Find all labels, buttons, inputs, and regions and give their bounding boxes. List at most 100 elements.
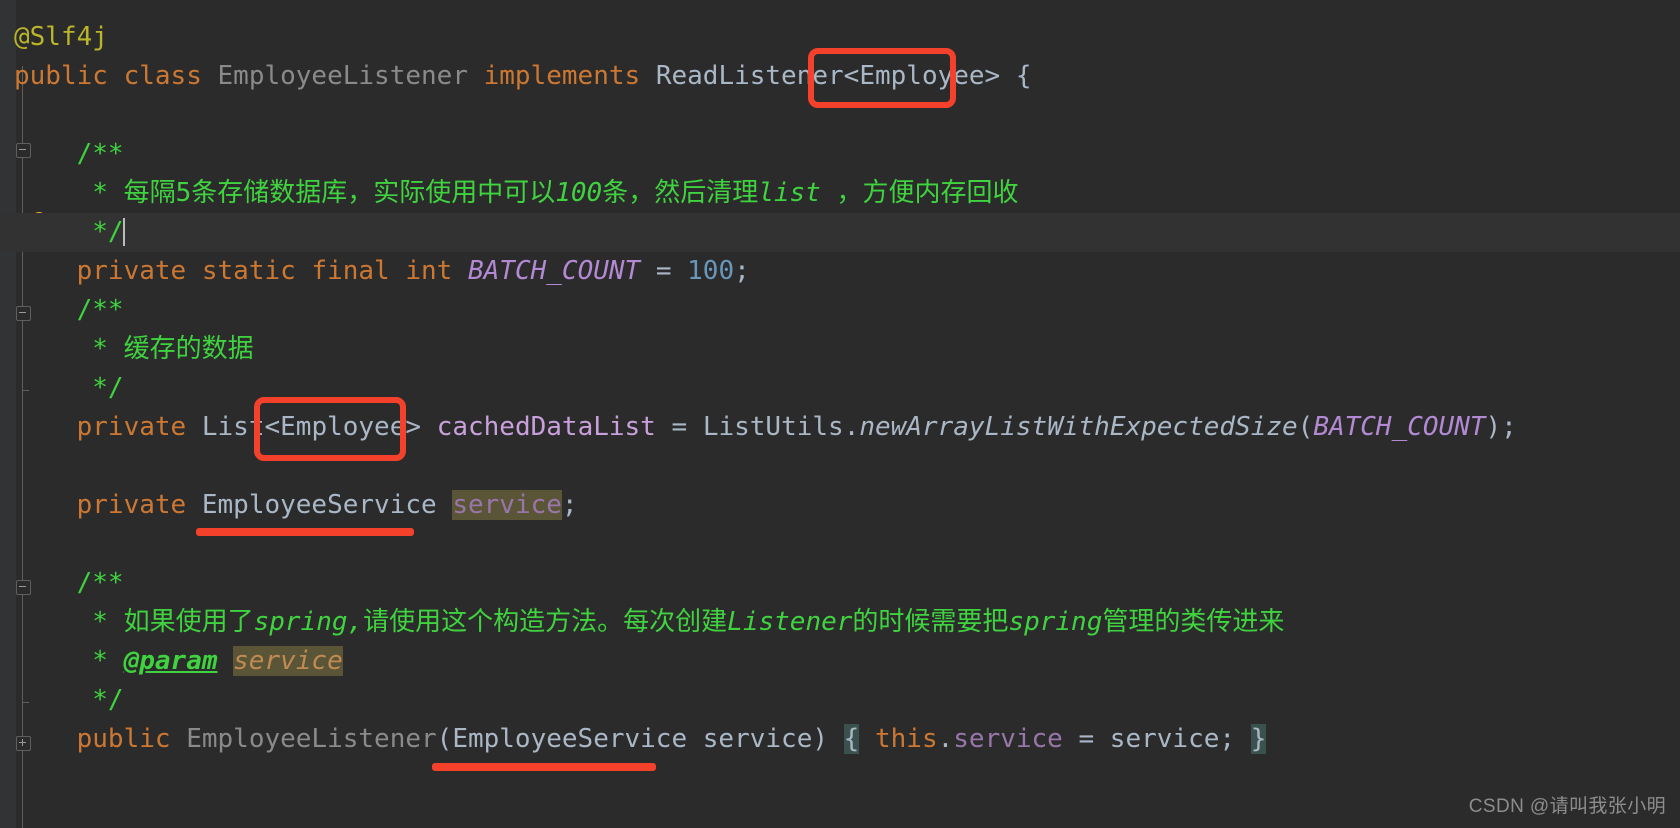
line-javadoc-3-close[interactable]: */ <box>0 681 1680 720</box>
line-javadoc-1-body-token-4: list <box>758 178 821 208</box>
line-javadoc-3-body-token-3: 请使用这个构造方法。每次创建 <box>363 607 728 637</box>
line-javadoc-2-body[interactable]: * 缓存的数据 <box>0 330 1680 369</box>
line-service-field-token-3: EmployeeService <box>201 490 437 520</box>
line-javadoc-3-param[interactable]: * @param service <box>0 642 1680 681</box>
line-javadoc-1-open-token-0: /** <box>14 139 124 169</box>
line-class-decl[interactable]: public class EmployeeListener implements… <box>0 57 1680 96</box>
line-javadoc-3-body-token-1: 如果使用了 <box>123 607 254 637</box>
line-constructor-token-1: public <box>76 724 171 754</box>
line-cached-data-list-token-1: private <box>76 412 187 442</box>
code-content[interactable]: @Slf4j public class EmployeeListener impl… <box>0 0 1680 828</box>
line-javadoc-2-open[interactable]: /** <box>0 291 1680 330</box>
line-class-decl-token-2: class <box>123 61 202 91</box>
line-class-decl-token-0: public <box>14 61 108 91</box>
line-cached-data-list-token-8: ListUtils <box>702 412 844 442</box>
line-batch-count-token-5: final <box>311 256 390 286</box>
line-javadoc-3-param-token-2 <box>218 646 234 676</box>
line-service-field-token-5: service <box>452 490 562 520</box>
line-constructor-token-7 <box>828 724 844 754</box>
line-constructor-token-10: this <box>874 724 938 754</box>
line-cached-data-list-token-3: List <box>201 412 265 442</box>
line-constructor-token-3: EmployeeListener <box>186 724 437 754</box>
text-caret <box>122 218 125 246</box>
line-constructor[interactable]: public EmployeeListener(EmployeeService … <box>0 720 1680 759</box>
line-service-field-token-2 <box>186 490 202 520</box>
line-cached-data-list-token-4: <Employee> <box>264 412 422 442</box>
line-javadoc-3-body-token-0: * <box>14 607 124 637</box>
line-javadoc-3-param-token-0: * <box>14 646 124 676</box>
line-javadoc-2-close[interactable]: */ <box>0 369 1680 408</box>
line-cached-data-list-token-5 <box>421 412 437 442</box>
line-javadoc-1-body[interactable]: * 每隔5条存储数据库，实际使用中可以100条，然后清理list ，方便内存回收 <box>0 174 1680 213</box>
line-constructor-token-4: ( <box>436 724 453 754</box>
line-javadoc-1-open[interactable]: /** <box>0 135 1680 174</box>
line-cached-data-list-token-9: . <box>843 412 860 442</box>
line-batch-count-token-12: ; <box>734 256 750 286</box>
line-javadoc-1-body-token-2: 100 <box>555 178 603 208</box>
line-batch-count-token-6 <box>390 256 406 286</box>
line-cached-data-list-token-0 <box>14 412 77 442</box>
line-annotation[interactable]: @Slf4j <box>0 18 1680 57</box>
line-javadoc-3-open[interactable]: /** <box>0 564 1680 603</box>
line-class-decl-token-5 <box>468 61 484 91</box>
line-cached-data-list-token-12: BATCH_COUNT <box>1313 412 1486 442</box>
line-service-field-token-0 <box>14 490 77 520</box>
line-class-decl-token-8: ReadListener <box>655 61 844 91</box>
watermark-text: CSDN @请叫我张小明 <box>1468 796 1666 817</box>
line-batch-count-token-0 <box>14 256 77 286</box>
line-cached-data-list-token-6: cachedDataList <box>436 412 656 442</box>
line-constructor-token-12: service <box>953 724 1063 754</box>
line-constructor-token-13: = service; <box>1062 724 1236 754</box>
line-batch-count-token-2 <box>186 256 202 286</box>
line-constructor-token-11: . <box>937 724 954 754</box>
line-javadoc-3-open-token-0: /** <box>14 568 124 598</box>
line-javadoc-3-body-token-6: spring <box>1008 607 1103 637</box>
line-javadoc-1-body-token-1: 每隔5条存储数据库，实际使用中可以 <box>123 178 556 208</box>
line-constructor-token-8: { <box>843 724 860 754</box>
line-javadoc-3-param-token-1: @param <box>123 646 218 676</box>
line-annotation-token-0: @Slf4j <box>14 22 108 52</box>
line-javadoc-2-close-token-0: */ <box>14 373 124 403</box>
line-batch-count-token-9: BATCH_COUNT <box>468 256 641 286</box>
line-batch-count-token-8 <box>452 256 468 286</box>
line-class-decl-token-9: <Employee> <box>843 61 1001 91</box>
line-service-field-token-4 <box>437 490 453 520</box>
line-batch-count-token-4 <box>296 256 312 286</box>
line-service-field[interactable]: private EmployeeService service; <box>0 486 1680 525</box>
line-constructor-token-6: service) <box>687 724 829 754</box>
line-cached-data-list-token-7: = <box>655 412 703 442</box>
line-class-decl-token-3 <box>202 61 218 91</box>
line-service-field-token-1: private <box>76 490 187 520</box>
line-cached-data-list-token-2 <box>186 412 202 442</box>
line-javadoc-1-close-token-0: */ <box>14 217 124 247</box>
line-class-decl-token-1 <box>108 61 124 91</box>
line-cached-data-list-token-13: ); <box>1485 412 1517 442</box>
line-blank-1[interactable] <box>0 96 1680 135</box>
line-constructor-token-14 <box>1235 724 1251 754</box>
line-blank-2[interactable] <box>0 447 1680 486</box>
line-javadoc-3-body-token-7: 管理的类传进来 <box>1102 607 1285 637</box>
line-class-decl-token-7 <box>640 61 656 91</box>
line-service-field-token-6: ; <box>561 490 578 520</box>
line-batch-count-token-11: 100 <box>687 256 735 286</box>
line-constructor-token-9 <box>859 724 875 754</box>
line-javadoc-2-body-token-0: * 缓存的数据 <box>14 334 254 364</box>
line-javadoc-3-body-token-4: Listener <box>727 607 853 637</box>
line-constructor-token-15: } <box>1250 724 1267 754</box>
line-javadoc-1-close[interactable]: */ <box>0 213 1680 252</box>
line-constructor-token-5: EmployeeService <box>452 724 688 754</box>
code-editor[interactable]: @Slf4j public class EmployeeListener impl… <box>0 0 1680 828</box>
line-blank-3[interactable] <box>0 525 1680 564</box>
line-javadoc-3-body-token-2: spring, <box>253 607 364 637</box>
line-class-decl-token-6: implements <box>483 61 641 91</box>
line-javadoc-3-body[interactable]: * 如果使用了spring,请使用这个构造方法。每次创建Listener的时候需… <box>0 603 1680 642</box>
line-batch-count-token-10: = <box>640 256 688 286</box>
line-javadoc-2-open-token-0: /** <box>14 295 124 325</box>
line-batch-count-token-3: static <box>201 256 296 286</box>
line-constructor-token-2 <box>171 724 187 754</box>
line-javadoc-1-body-token-0: * <box>14 178 124 208</box>
line-javadoc-3-close-token-0: */ <box>14 685 124 715</box>
line-batch-count[interactable]: private static final int BATCH_COUNT = 1… <box>0 252 1680 291</box>
line-javadoc-3-param-token-3: service <box>233 646 343 676</box>
line-cached-data-list[interactable]: private List<Employee> cachedDataList = … <box>0 408 1680 447</box>
